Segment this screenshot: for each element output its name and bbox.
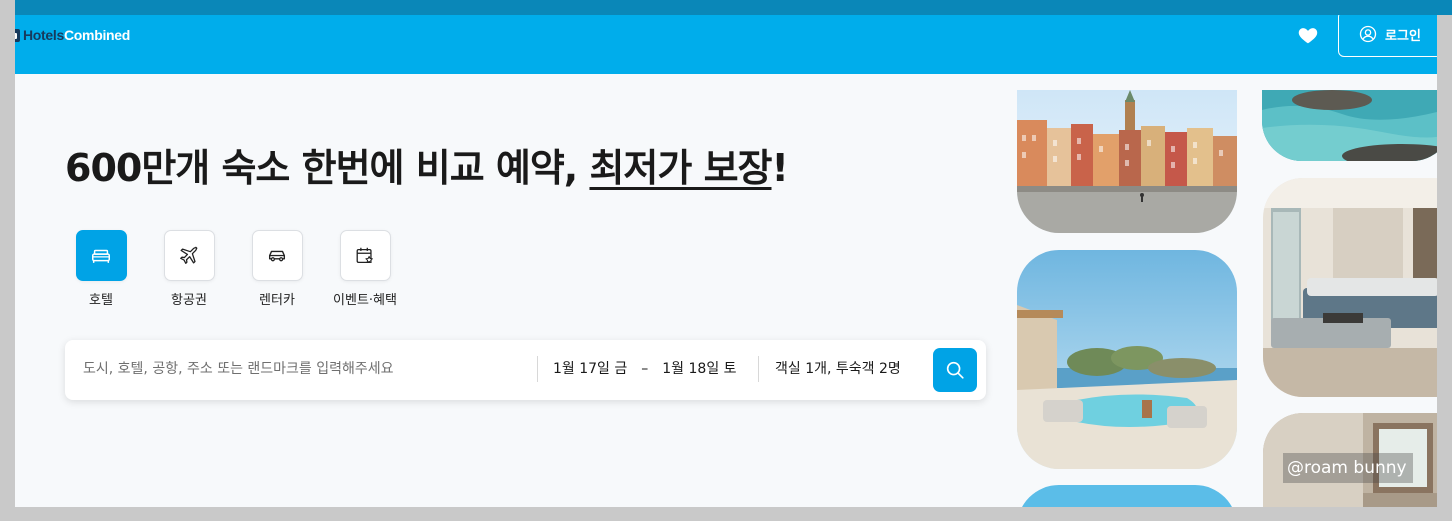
category-tabs: 호텔 항공권 렌터카 이벤트·혜택 <box>57 230 409 308</box>
tab-label: 항공권 <box>171 293 207 308</box>
calendar-star-icon <box>356 247 373 263</box>
logo-text: HotelsCombined <box>23 27 131 43</box>
destination-input[interactable]: 도시, 호텔, 공항, 주소 또는 랜드마크를 입력해주세요 <box>83 340 394 400</box>
bed-icon <box>92 249 110 263</box>
pool-villa-photo <box>1017 250 1237 469</box>
hero-title-highlight: 최저가 보장 <box>589 146 772 190</box>
hotel-bedroom-photo <box>1263 178 1437 397</box>
login-label: 로그인 <box>1385 28 1421 44</box>
user-icon <box>1359 25 1377 43</box>
search-icon <box>946 361 964 379</box>
tab-flights[interactable]: 항공권 <box>145 230 233 308</box>
logo-icon <box>15 28 20 42</box>
login-button[interactable]: 로그인 <box>1338 15 1437 57</box>
search-bar: 도시, 호텔, 공항, 주소 또는 랜드마크를 입력해주세요 1월 17일 금 –… <box>65 340 986 400</box>
divider <box>758 356 759 382</box>
partial-photo <box>1017 485 1237 507</box>
tab-events-deals[interactable]: 이벤트·혜택 <box>321 230 409 308</box>
car-icon <box>268 250 286 261</box>
watermark: @roam bunny <box>1283 453 1413 483</box>
tab-car-rental[interactable]: 렌터카 <box>233 230 321 308</box>
top-strip <box>0 0 1452 15</box>
search-button[interactable] <box>933 348 977 392</box>
site-header: HotelsCombined 로그인 <box>15 15 1437 74</box>
heart-icon[interactable] <box>1297 24 1319 46</box>
checkin-date: 1월 17일 금 <box>553 361 628 377</box>
tab-hotels[interactable]: 호텔 <box>57 230 145 308</box>
logo[interactable]: HotelsCombined <box>15 27 130 43</box>
date-picker[interactable]: 1월 17일 금 –1월 18일 토 <box>553 340 737 400</box>
checkout-date: 1월 18일 토 <box>662 361 737 377</box>
airplane-icon <box>180 246 198 264</box>
date-separator: – <box>641 361 649 377</box>
hero-title: 600만개 숙소 한번에 비교 예약, 최저가 보장! <box>65 146 789 190</box>
tab-label: 이벤트·혜택 <box>333 293 397 308</box>
sea-coast-photo <box>1262 90 1437 161</box>
left-edge-shade <box>0 0 15 521</box>
tab-label: 렌터카 <box>259 293 295 308</box>
guests-selector[interactable]: 객실 1개, 투숙객 2명 <box>775 340 901 400</box>
city-square-photo <box>1017 90 1237 233</box>
divider <box>537 356 538 382</box>
page-frame: HotelsCombined 로그인 600만개 숙소 한번에 비교 예약, 최… <box>15 15 1437 507</box>
tab-label: 호텔 <box>89 293 113 308</box>
